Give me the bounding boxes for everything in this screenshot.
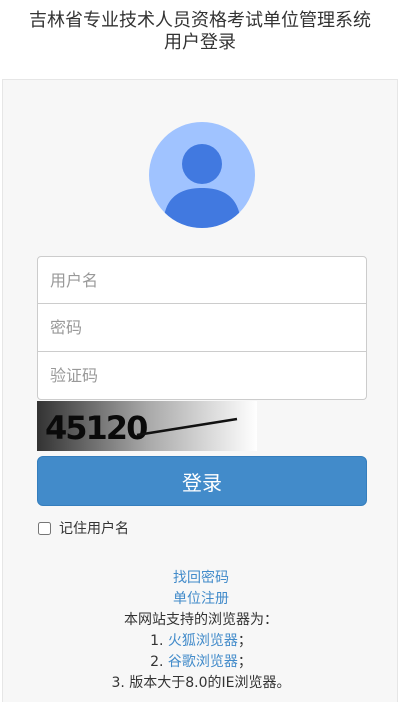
- login-form: [37, 256, 367, 400]
- remember-username[interactable]: 记住用户名: [37, 518, 129, 538]
- login-panel: 45120 登录 记住用户名 找回密码 单位注册 本网站支持的浏览器为： 1. …: [2, 79, 398, 702]
- browser-item-2-number: 2.: [150, 654, 168, 670]
- browser-item-2: 2. 谷歌浏览器；: [3, 652, 399, 673]
- user-avatar-icon: [149, 122, 255, 228]
- page-title: 吉林省专业技术人员资格考试单位管理系统 用户登录: [0, 10, 400, 54]
- login-button[interactable]: 登录: [37, 456, 367, 506]
- browser-item-3: 3. 版本大于8.0的IE浏览器。: [111, 675, 291, 691]
- browser-item-1: 1. 火狐浏览器；: [3, 631, 399, 652]
- page-title-line1: 吉林省专业技术人员资格考试单位管理系统: [29, 10, 371, 31]
- chrome-link[interactable]: 谷歌浏览器: [168, 654, 238, 670]
- captcha-image[interactable]: 45120: [37, 401, 257, 451]
- browser-item-1-number: 1.: [150, 633, 168, 649]
- captcha-text: 45120: [45, 409, 147, 447]
- firefox-link[interactable]: 火狐浏览器: [168, 633, 238, 649]
- page-title-line2: 用户登录: [164, 32, 236, 53]
- password-input[interactable]: [37, 304, 367, 352]
- browser-item-2-suffix: ；: [237, 654, 252, 670]
- captcha-input[interactable]: [37, 352, 367, 400]
- browser-note-intro: 本网站支持的浏览器为：: [124, 612, 278, 628]
- username-input[interactable]: [37, 256, 367, 304]
- remember-label: 记住用户名: [59, 521, 129, 537]
- register-link[interactable]: 单位注册: [173, 591, 229, 607]
- remember-checkbox[interactable]: [38, 521, 51, 535]
- browser-item-1-suffix: ；: [237, 633, 252, 649]
- forgot-password-link[interactable]: 找回密码: [173, 570, 229, 586]
- footer-links: 找回密码 单位注册 本网站支持的浏览器为： 1. 火狐浏览器； 2. 谷歌浏览器…: [3, 568, 399, 694]
